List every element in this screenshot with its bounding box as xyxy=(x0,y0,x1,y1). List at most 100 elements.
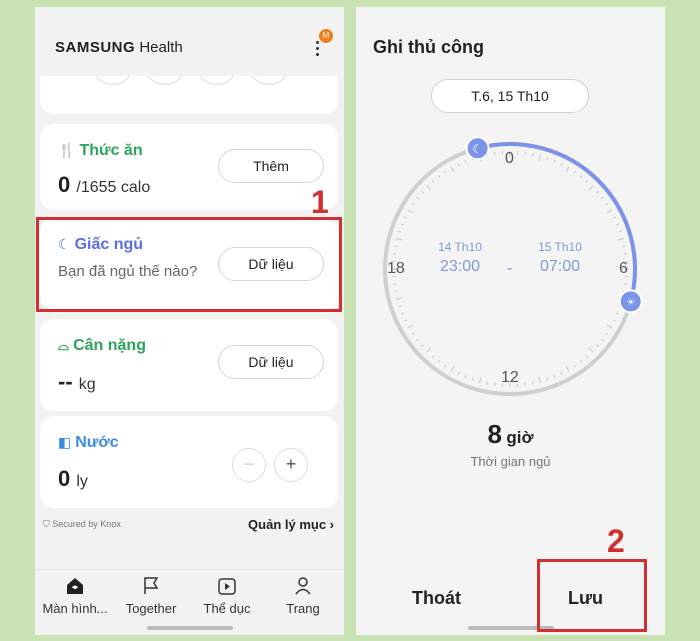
scale-icon: ⌓ xyxy=(58,337,70,353)
dial-tick xyxy=(411,203,415,206)
dial-tick xyxy=(573,364,576,368)
dial-tick xyxy=(531,381,534,385)
water-minus-button[interactable]: − xyxy=(232,448,266,482)
dial-tick xyxy=(579,359,583,363)
dial-tick xyxy=(538,154,542,161)
dial-tick xyxy=(579,175,583,179)
dial-tick xyxy=(444,170,447,174)
water-value: 0 ly xyxy=(58,466,88,491)
nav-profile[interactable]: Trang xyxy=(263,576,343,618)
bedtime-display[interactable]: 14 Th10 23:00 xyxy=(420,240,500,276)
dial-tick xyxy=(411,332,415,335)
water-card-title: ◧ Nước xyxy=(58,434,119,451)
cup-icon: ◧ xyxy=(58,434,72,450)
sleep-duration-label: Thời gian ngủ xyxy=(470,454,551,469)
dial-tick xyxy=(605,203,609,206)
dial-tick xyxy=(560,162,563,167)
dial-tick xyxy=(622,245,626,248)
nav-exercise[interactable]: Thể dục xyxy=(187,576,267,618)
dial-tick xyxy=(395,297,402,301)
app-header: SAMSUNG Health M xyxy=(35,7,344,73)
dial-tick xyxy=(450,166,455,173)
flag-icon xyxy=(144,577,159,594)
dial-tick xyxy=(606,209,613,214)
bedtime-handle[interactable]: ☾ xyxy=(465,136,490,161)
dial-tick xyxy=(546,157,549,161)
dial-tick xyxy=(444,364,447,368)
dial-tick xyxy=(596,344,600,348)
food-card-title: 🍴 Thức ăn xyxy=(58,142,143,159)
dial-tick xyxy=(394,245,398,248)
dial-tick xyxy=(606,324,613,329)
dial-tick xyxy=(398,230,402,233)
dial-tick xyxy=(398,305,402,308)
weight-data-button[interactable]: Dữ liệu xyxy=(218,345,324,379)
food-card[interactable]: 🍴 Thức ăn 0 /1655 calo Thêm xyxy=(40,124,338,210)
weight-card-title: ⌓ Cân nặng xyxy=(58,337,146,354)
dial-tick xyxy=(565,166,570,173)
dial-tick xyxy=(437,359,441,363)
dial-tick xyxy=(394,290,398,293)
weight-card[interactable]: ⌓ Cân nặng -- kg Dữ liệu xyxy=(40,319,338,411)
time-separator: - xyxy=(507,260,513,277)
dial-tick xyxy=(612,319,617,322)
water-card[interactable]: ◧ Nước 0 ly − + xyxy=(40,416,338,508)
dial-tick xyxy=(618,230,622,233)
dial-tick xyxy=(431,355,435,359)
fork-knife-icon: 🍴 xyxy=(58,142,76,158)
app-title: SAMSUNG Health xyxy=(55,39,183,56)
dial-tick xyxy=(431,179,435,183)
dial-tick xyxy=(538,377,542,384)
sleep-duration: 8 giờ xyxy=(487,419,534,449)
dial-tick xyxy=(457,371,460,376)
nav-together[interactable]: Together xyxy=(111,576,191,618)
dial-tick xyxy=(573,170,576,174)
dial-tick xyxy=(600,338,604,342)
dial-tick xyxy=(403,216,408,219)
samsung-health-home-screen: ✕ » ∞ ≔ SAMSUNG Health M 🍴Thức ăn 0 /165… xyxy=(35,7,344,635)
highlight-box-sleep xyxy=(36,217,342,312)
sleep-arc xyxy=(477,142,637,302)
dial-tick xyxy=(407,209,414,214)
svg-text:☾: ☾ xyxy=(472,142,483,156)
wake-handle[interactable]: ☀ xyxy=(618,289,643,314)
dial-label-bottom: 12 xyxy=(501,369,519,386)
dial-tick xyxy=(588,347,594,353)
dial-tick xyxy=(486,381,489,385)
dial-tick xyxy=(420,190,424,194)
dial-tick xyxy=(395,237,402,241)
dial-tick xyxy=(588,185,594,191)
annotation-number-1: 1 xyxy=(311,184,329,220)
water-plus-button[interactable]: + xyxy=(274,448,308,482)
dial-tick xyxy=(464,375,467,379)
manage-items-link[interactable]: Quản lý mục › xyxy=(248,517,334,532)
food-calories: 0 /1655 calo xyxy=(58,172,151,197)
home-indicator xyxy=(147,626,233,630)
dial-tick xyxy=(420,344,424,348)
dial-tick xyxy=(426,347,432,353)
dial-tick xyxy=(565,365,570,372)
dial-tick xyxy=(560,371,563,376)
wake-display[interactable]: 15 Th10 07:00 xyxy=(520,240,600,276)
add-food-button[interactable]: Thêm xyxy=(218,149,324,183)
dial-tick xyxy=(553,375,556,379)
dial-tick xyxy=(546,377,549,381)
dial-tick xyxy=(585,355,589,359)
dial-tick xyxy=(478,377,482,384)
cancel-button[interactable]: Thoát xyxy=(412,588,461,609)
highlight-box-save xyxy=(537,559,647,632)
weight-value: -- kg xyxy=(58,369,96,394)
nav-home[interactable]: Màn hình... xyxy=(35,576,115,618)
dial-tick xyxy=(403,319,408,322)
dial-tick xyxy=(616,223,620,226)
home-icon xyxy=(67,578,83,594)
person-icon xyxy=(295,577,311,595)
dial-tick xyxy=(407,324,414,329)
dial-tick xyxy=(596,190,600,194)
dial-tick xyxy=(426,185,432,191)
dial-tick xyxy=(531,153,534,157)
dial-tick xyxy=(450,365,455,372)
dial-tick xyxy=(605,332,609,335)
knox-label: ⛉ Secured by Knox xyxy=(43,519,121,529)
dial-tick xyxy=(416,338,420,342)
